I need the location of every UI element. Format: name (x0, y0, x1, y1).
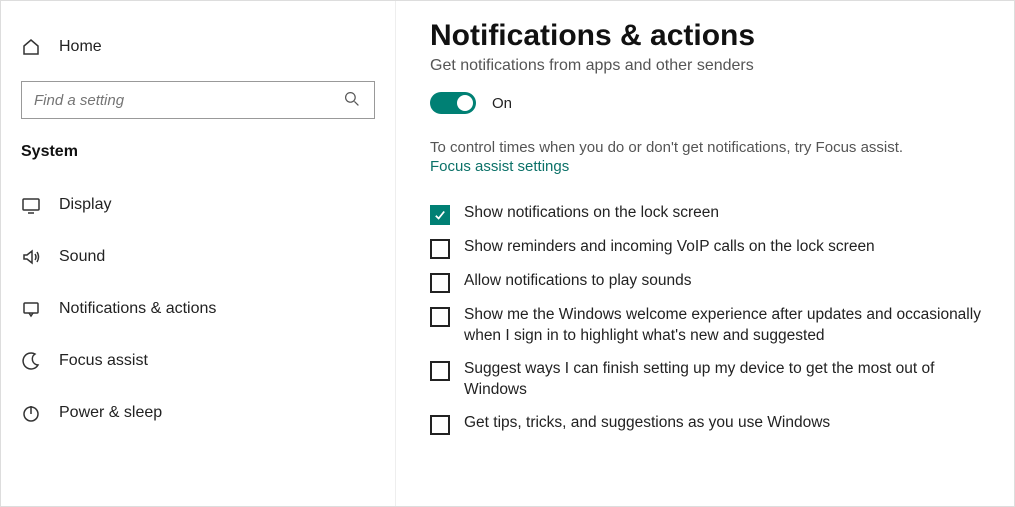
toggle-knob (457, 95, 473, 111)
sidebar-item-power-sleep[interactable]: Power & sleep (1, 387, 395, 439)
checkbox-sounds[interactable] (430, 273, 450, 293)
main-panel: Notifications & actions Get notification… (396, 1, 1014, 506)
search-icon (344, 91, 362, 109)
sidebar: Home System Display Sound Notifications … (1, 1, 396, 506)
sidebar-item-notifications[interactable]: Notifications & actions (1, 283, 395, 335)
sidebar-item-label: Power & sleep (59, 404, 162, 422)
notifications-icon (21, 299, 41, 319)
notifications-toggle[interactable] (430, 92, 476, 114)
search-input-container[interactable] (21, 81, 375, 119)
page-title: Notifications & actions (430, 19, 988, 53)
moon-icon (21, 351, 41, 371)
sidebar-item-display[interactable]: Display (1, 179, 395, 231)
subhead: Get notifications from apps and other se… (430, 57, 988, 75)
checkbox-welcome[interactable] (430, 307, 450, 327)
focus-assist-link[interactable]: Focus assist settings (430, 158, 569, 175)
checkbox-row-tips: Get tips, tricks, and suggestions as you… (430, 413, 988, 435)
sidebar-item-label: Sound (59, 248, 105, 266)
checkbox-row-setup: Suggest ways I can finish setting up my … (430, 359, 988, 401)
power-icon (21, 403, 41, 423)
checkbox-setup[interactable] (430, 361, 450, 381)
checkbox-row-lock-screen: Show notifications on the lock screen (430, 203, 988, 225)
sidebar-item-focus-assist[interactable]: Focus assist (1, 335, 395, 387)
search-input[interactable] (34, 92, 344, 109)
checkbox-lock-screen[interactable] (430, 205, 450, 225)
sound-icon (21, 247, 41, 267)
home-label: Home (59, 38, 102, 56)
checkbox-label: Show notifications on the lock screen (464, 203, 719, 224)
sidebar-item-home[interactable]: Home (1, 21, 395, 73)
checkbox-label: Show me the Windows welcome experience a… (464, 305, 988, 347)
sidebar-item-label: Notifications & actions (59, 300, 216, 318)
toggle-label: On (492, 95, 512, 112)
section-label: System (1, 137, 395, 179)
checkbox-label: Suggest ways I can finish setting up my … (464, 359, 988, 401)
checkbox-row-sounds: Allow notifications to play sounds (430, 271, 988, 293)
checkbox-row-voip: Show reminders and incoming VoIP calls o… (430, 237, 988, 259)
display-icon (21, 195, 41, 215)
checkbox-label: Get tips, tricks, and suggestions as you… (464, 413, 830, 434)
checkbox-voip[interactable] (430, 239, 450, 259)
sidebar-item-label: Focus assist (59, 352, 148, 370)
checkbox-row-welcome: Show me the Windows welcome experience a… (430, 305, 988, 347)
sidebar-item-label: Display (59, 196, 111, 214)
checkbox-tips[interactable] (430, 415, 450, 435)
sidebar-item-sound[interactable]: Sound (1, 231, 395, 283)
toggle-row: On (430, 87, 988, 119)
checkbox-label: Allow notifications to play sounds (464, 271, 691, 292)
checkbox-label: Show reminders and incoming VoIP calls o… (464, 237, 875, 258)
home-icon (21, 37, 41, 57)
helper-text: To control times when you do or don't ge… (430, 139, 988, 156)
